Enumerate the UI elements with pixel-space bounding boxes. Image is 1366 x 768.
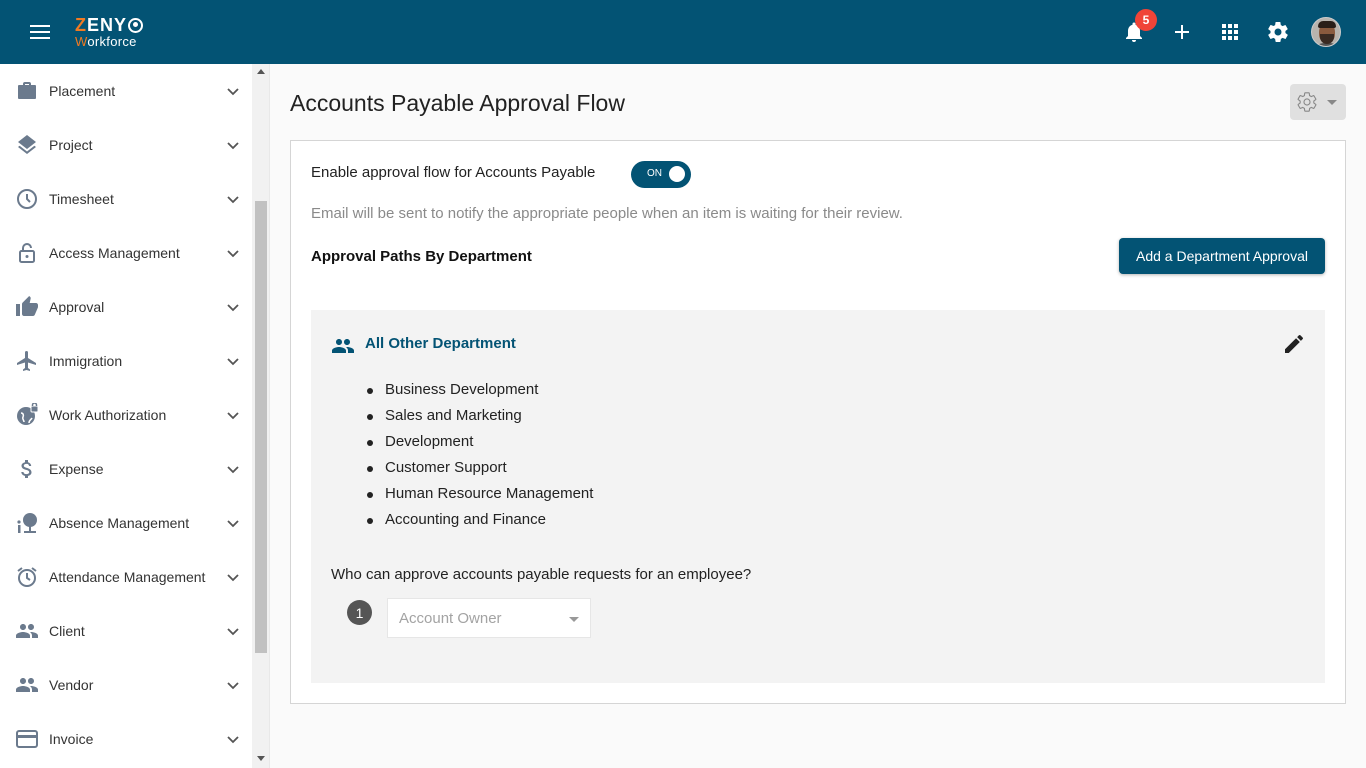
chevron-down-icon bbox=[227, 250, 239, 258]
alarm-clock-icon bbox=[15, 565, 39, 589]
email-notification-note: Email will be sent to notify the appropr… bbox=[311, 205, 903, 222]
sidebar-item-approval[interactable]: Approval bbox=[0, 280, 252, 334]
gear-icon[interactable] bbox=[1266, 20, 1290, 44]
department-title: All Other Department bbox=[365, 335, 516, 352]
sidebar-item-label: Approval bbox=[49, 299, 105, 315]
sidebar-item-label: Immigration bbox=[49, 353, 123, 369]
settings-dropdown-button[interactable] bbox=[1290, 84, 1346, 120]
sidebar-item-label: Expense bbox=[49, 461, 104, 477]
plus-icon[interactable] bbox=[1170, 20, 1194, 44]
sidebar-item-label: Attendance Management bbox=[49, 569, 206, 585]
approval-flow-card: Enable approval flow for Accounts Payabl… bbox=[290, 140, 1346, 704]
sidebar-item-vendor[interactable]: Vendor bbox=[0, 658, 252, 712]
sidebar-item-invoice[interactable]: Invoice bbox=[0, 712, 252, 766]
caret-down-icon bbox=[1327, 100, 1337, 105]
add-department-approval-button[interactable]: Add a Department Approval bbox=[1119, 238, 1325, 274]
notification-badge: 5 bbox=[1135, 9, 1157, 31]
chevron-down-icon bbox=[227, 736, 239, 744]
enable-approval-toggle[interactable]: ON bbox=[631, 161, 691, 188]
chevron-down-icon bbox=[227, 304, 239, 312]
people-icon bbox=[332, 339, 354, 353]
sidebar-item-label: Placement bbox=[49, 83, 116, 99]
menu-icon[interactable] bbox=[30, 25, 50, 39]
airplane-icon bbox=[15, 349, 39, 373]
approver-select[interactable]: Account Owner bbox=[387, 598, 591, 638]
chevron-down-icon bbox=[227, 196, 239, 204]
beach-icon bbox=[15, 511, 39, 535]
thumbs-up-icon bbox=[15, 295, 39, 319]
scroll-down-arrow-icon[interactable] bbox=[257, 756, 265, 761]
scrollbar-thumb[interactable] bbox=[255, 201, 267, 653]
logo-top-text: ENY bbox=[87, 15, 128, 35]
sidebar-item-label: Timesheet bbox=[49, 191, 114, 207]
list-item: Human Resource Management bbox=[367, 481, 593, 507]
people-icon bbox=[15, 673, 39, 697]
sidebar-item-attendance-management[interactable]: Attendance Management bbox=[0, 550, 252, 604]
sidebar: Placement Project Timesheet Access Manag… bbox=[0, 64, 270, 768]
chevron-down-icon bbox=[227, 88, 239, 96]
sidebar-item-absence-management[interactable]: Absence Management bbox=[0, 496, 252, 550]
enable-approval-label: Enable approval flow for Accounts Payabl… bbox=[311, 164, 596, 181]
people-icon bbox=[15, 619, 39, 643]
lock-open-icon bbox=[15, 241, 39, 265]
sidebar-item-project[interactable]: Project bbox=[0, 118, 252, 172]
section-title: Approval Paths By Department bbox=[311, 248, 532, 265]
chevron-down-icon bbox=[227, 142, 239, 150]
sidebar-item-client[interactable]: Client bbox=[0, 604, 252, 658]
sidebar-item-label: Vendor bbox=[49, 677, 94, 693]
list-item: Customer Support bbox=[367, 455, 593, 481]
toggle-knob bbox=[669, 166, 685, 182]
step-number-badge: 1 bbox=[347, 600, 372, 625]
logo-accent-letter-2: W bbox=[75, 34, 88, 49]
department-approval-panel: All Other Department Business Developmen… bbox=[311, 310, 1325, 683]
toggle-state-text: ON bbox=[647, 168, 662, 179]
sidebar-item-label: Access Management bbox=[49, 245, 180, 261]
globe-lock-icon bbox=[15, 403, 39, 427]
page-title: Accounts Payable Approval Flow bbox=[290, 90, 625, 116]
chevron-down-icon bbox=[227, 574, 239, 582]
approver-select-value: Account Owner bbox=[399, 610, 502, 627]
dollar-icon bbox=[15, 457, 39, 481]
clock-icon bbox=[15, 187, 39, 211]
logo-circle-icon bbox=[128, 17, 144, 33]
chevron-down-icon bbox=[227, 466, 239, 474]
sidebar-item-label: Work Authorization bbox=[49, 407, 167, 423]
list-item: Development bbox=[367, 429, 593, 455]
sidebar-item-access-management[interactable]: Access Management bbox=[0, 226, 252, 280]
list-item: Sales and Marketing bbox=[367, 403, 593, 429]
chevron-down-icon bbox=[227, 682, 239, 690]
approver-question: Who can approve accounts payable request… bbox=[331, 566, 752, 583]
logo-bottom-text: orkforce bbox=[87, 34, 137, 49]
sidebar-item-label: Invoice bbox=[49, 731, 94, 747]
sidebar-item-label: Client bbox=[49, 623, 85, 639]
sidebar-item-timesheet[interactable]: Timesheet bbox=[0, 172, 252, 226]
chevron-down-icon bbox=[227, 412, 239, 420]
logo-accent-letter: Z bbox=[75, 15, 87, 35]
caret-down-icon bbox=[569, 617, 579, 622]
scroll-up-arrow-icon[interactable] bbox=[257, 69, 265, 74]
list-item: Accounting and Finance bbox=[367, 507, 593, 533]
sidebar-scrollbar[interactable] bbox=[252, 64, 270, 768]
sidebar-item-immigration[interactable]: Immigration bbox=[0, 334, 252, 388]
layers-icon bbox=[15, 133, 39, 157]
sidebar-item-placement[interactable]: Placement bbox=[0, 64, 252, 118]
sidebar-item-expense[interactable]: Expense bbox=[0, 442, 252, 496]
list-item: Business Development bbox=[367, 377, 593, 403]
chevron-down-icon bbox=[227, 358, 239, 366]
user-avatar[interactable] bbox=[1311, 17, 1341, 47]
sidebar-item-label: Project bbox=[49, 137, 93, 153]
credit-card-icon bbox=[15, 727, 39, 751]
chevron-down-icon bbox=[227, 520, 239, 528]
gear-outline-icon bbox=[1297, 92, 1317, 112]
sidebar-item-label: Absence Management bbox=[49, 515, 190, 531]
department-list: Business Development Sales and Marketing… bbox=[367, 377, 593, 533]
sidebar-item-work-authorization[interactable]: Work Authorization bbox=[0, 388, 252, 442]
top-bar: Z ENY Workforce 5 bbox=[0, 0, 1366, 64]
briefcase-icon bbox=[15, 79, 39, 103]
chevron-down-icon bbox=[227, 628, 239, 636]
logo[interactable]: Z ENY Workforce bbox=[75, 15, 144, 49]
edit-pencil-icon[interactable] bbox=[1282, 332, 1306, 356]
apps-grid-icon[interactable] bbox=[1218, 20, 1242, 44]
